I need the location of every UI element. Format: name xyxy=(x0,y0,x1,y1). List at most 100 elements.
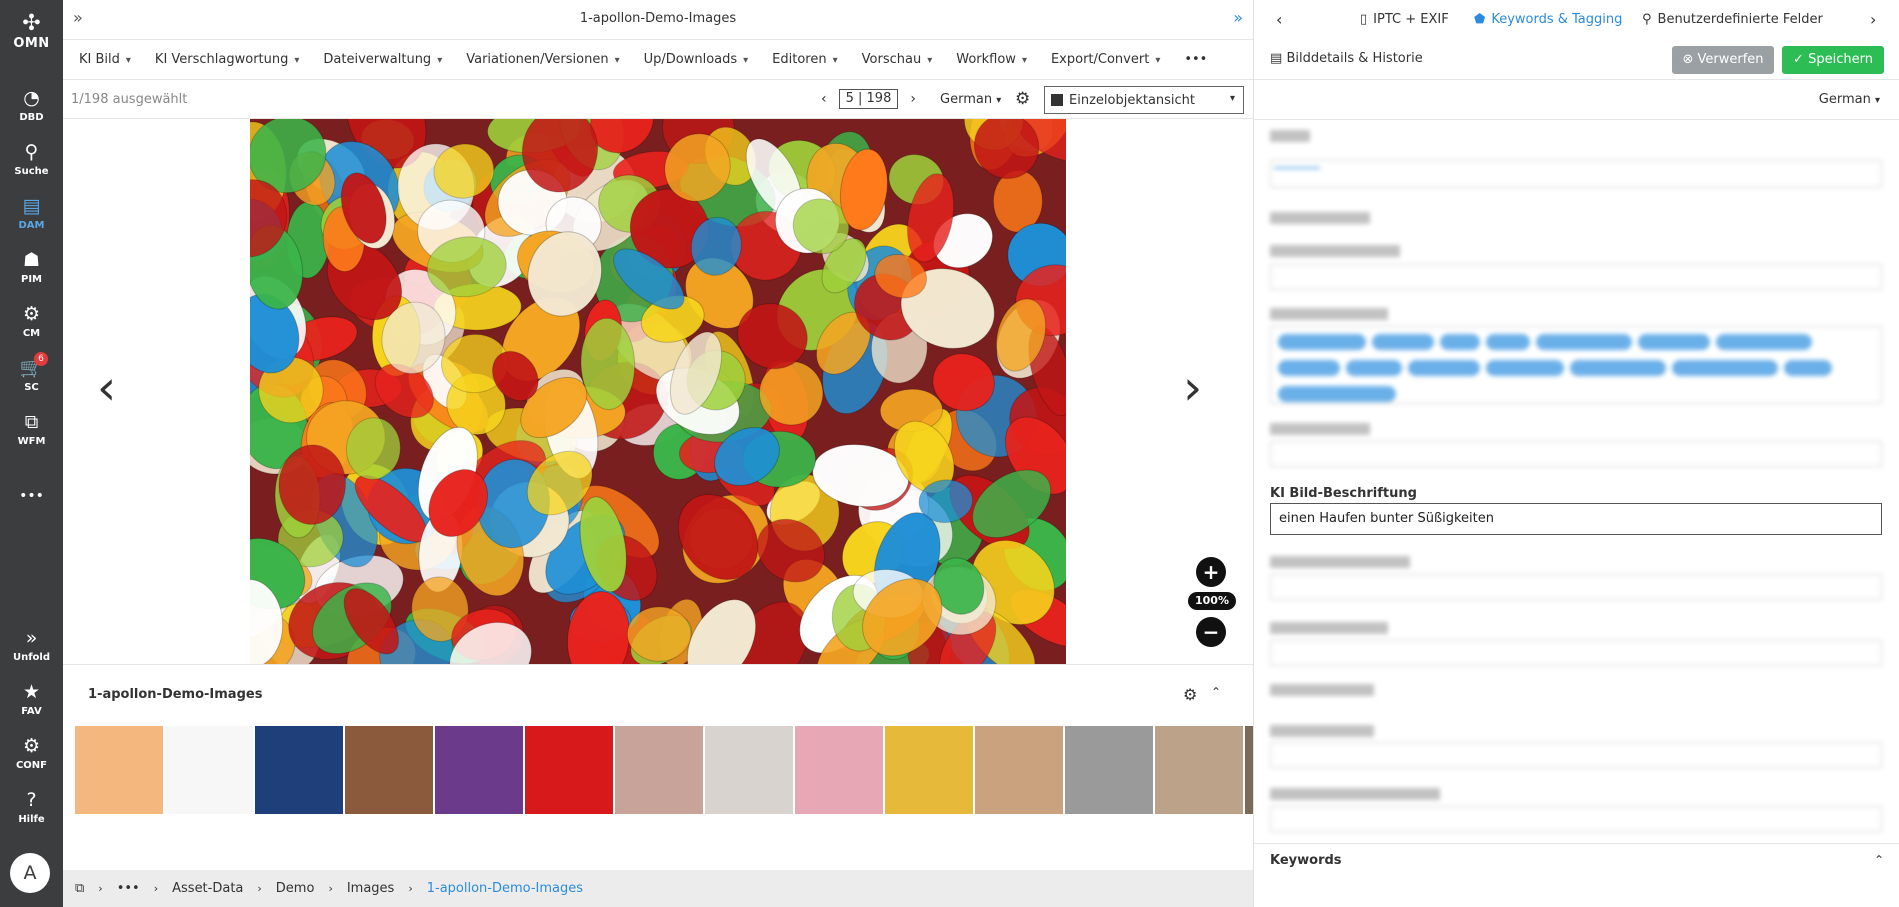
thumbnail-item[interactable]: amr-serag-7... xyxy=(525,726,613,826)
nav-item-unfold[interactable]: » Unfold xyxy=(0,626,63,663)
keywords-field[interactable] xyxy=(1270,160,1882,188)
ai-tags-clarifai-field[interactable] xyxy=(1270,441,1882,467)
tag-chip xyxy=(1716,334,1812,350)
thumbnail-item[interactable]: anastasiya-... xyxy=(885,726,973,826)
nav-item-cm[interactable]: ⚙ CM xyxy=(0,302,63,339)
thumbnail-item[interactable]: a xyxy=(1245,726,1253,826)
menu-item[interactable]: Editoren ▾ xyxy=(772,52,837,67)
thumbnail-item[interactable]: anastasiya-... xyxy=(1065,726,1153,826)
chevron-down-icon: ▾ xyxy=(743,55,749,66)
tab-keywords-tagging[interactable]: ⬟ Keywords & Tagging xyxy=(1474,12,1622,27)
avatar[interactable]: A xyxy=(10,853,50,893)
tabs-prev-icon[interactable]: ‹ xyxy=(1276,10,1282,29)
thumbnail-image xyxy=(1245,726,1253,814)
nav-item-conf[interactable]: ⚙ CONF xyxy=(0,734,63,771)
omn-logo[interactable]: ✣ OMN xyxy=(0,12,63,52)
thumbnail-image xyxy=(885,726,973,814)
ocr-text-field[interactable] xyxy=(1270,574,1882,600)
menu-more-icon[interactable]: ••• xyxy=(1184,52,1207,67)
nav-item-dbd[interactable]: ◔ DBD xyxy=(0,86,63,123)
thumbnail-image xyxy=(975,726,1063,814)
chevron-down-icon: ▾ xyxy=(996,95,1002,106)
nav-item-wfm[interactable]: ⧉ WFM xyxy=(0,410,63,447)
chevron-down-icon: ▾ xyxy=(1229,93,1235,104)
thumbnail-item[interactable]: anastasiya-... xyxy=(705,726,793,826)
thumbnail-item[interactable]: 306785094_... xyxy=(75,726,163,826)
chevron-down-icon: ▾ xyxy=(294,55,300,66)
breadcrumb-item[interactable]: Asset-Data xyxy=(172,881,243,896)
thumbnail-item[interactable]: amit-lahav-L... xyxy=(435,726,523,826)
history-toggle[interactable]: ▤ Bilddetails & Historie xyxy=(1270,51,1423,66)
ai-tags-google-field[interactable] xyxy=(1270,326,1882,404)
next-image-icon[interactable]: › xyxy=(1183,364,1202,412)
thumbnail-item[interactable]: 40829_1407... xyxy=(165,726,253,826)
nav-item-suche[interactable]: ⚲ Suche xyxy=(0,140,63,177)
view-icon xyxy=(1051,94,1063,106)
nav-item-pim[interactable]: ☗ PIM xyxy=(0,248,63,285)
tag-chip xyxy=(1408,360,1480,376)
details-language-select[interactable]: German ▾ xyxy=(1819,92,1880,107)
menu-item[interactable]: KI Verschlagwortung ▾ xyxy=(155,52,300,67)
breadcrumb-item[interactable]: Demo xyxy=(276,881,315,896)
ai-tags-general-field[interactable] xyxy=(1270,264,1882,290)
menu-item[interactable]: KI Bild ▾ xyxy=(79,52,131,67)
save-button[interactable]: ✓ Speichern xyxy=(1782,46,1884,74)
nav-item-sc[interactable]: 🛒 SC 6 xyxy=(0,352,63,393)
prev-image-icon[interactable]: ‹ xyxy=(97,364,116,412)
tag-chip xyxy=(1372,334,1434,350)
zoom-out-icon[interactable]: − xyxy=(1196,617,1226,647)
menu-item[interactable]: Variationen/Versionen ▾ xyxy=(466,52,619,67)
language-select[interactable]: German ▾ xyxy=(940,92,1001,107)
menu-item[interactable]: Export/Convert ▾ xyxy=(1051,52,1160,67)
search-icon: ⚲ xyxy=(24,141,39,163)
gummy-bears-image xyxy=(250,119,1066,664)
breadcrumb-home-icon[interactable]: ⧉ xyxy=(75,881,84,896)
thumbnail-image xyxy=(705,726,793,814)
view-select[interactable]: Einzelobjektansicht ▾ xyxy=(1044,86,1244,114)
ai-caption-input[interactable]: einen Haufen bunter Süßigkeiten xyxy=(1270,503,1882,535)
thumbnail-image xyxy=(435,726,523,814)
thumbnail-image xyxy=(615,726,703,814)
tag-chip xyxy=(1278,386,1396,402)
nav-item-dam[interactable]: ▤ DAM xyxy=(0,194,63,231)
menu-item[interactable]: Workflow ▾ xyxy=(956,52,1027,67)
breadcrumb-item[interactable]: 1-apollon-Demo-Images xyxy=(427,881,583,896)
breadcrumb-item[interactable]: Images xyxy=(347,881,395,896)
breadcrumb-more-icon[interactable]: ••• xyxy=(117,881,140,896)
ai-tags-imagga-field[interactable] xyxy=(1270,742,1882,768)
thumbnail-item[interactable]: anastasiya-... xyxy=(975,726,1063,826)
thumbnail-item[interactable]: anastasiya-... xyxy=(795,726,883,826)
thumbnail-item[interactable]: anastasiya-... xyxy=(615,726,703,826)
next-page-icon[interactable]: › xyxy=(898,91,928,107)
chevron-up-icon[interactable]: ⌃ xyxy=(1211,685,1221,699)
ai-tags-similar-field[interactable] xyxy=(1270,806,1882,832)
selection-count: 1/198 ausgewählt xyxy=(71,92,188,107)
tabs-next-icon[interactable]: › xyxy=(1870,10,1876,29)
page-indicator[interactable]: 5 | 198 xyxy=(838,89,899,109)
prev-page-icon[interactable]: ‹ xyxy=(809,91,839,107)
keywords-section[interactable]: Keywords ⌃ xyxy=(1254,843,1899,878)
thumbnail-item[interactable]: allef-vinicius... xyxy=(345,726,433,826)
nav-item-label: FAV xyxy=(21,706,42,717)
help-icon: ? xyxy=(26,789,37,811)
filmstrip-gear-icon[interactable]: ⚙ xyxy=(1183,685,1197,704)
menu-item[interactable]: Vorschau ▾ xyxy=(862,52,933,67)
tab-custom-fields[interactable]: ⚲ Benutzerdefinierte Felder xyxy=(1642,12,1823,27)
discard-button[interactable]: ⊗ Verwerfen xyxy=(1672,46,1774,74)
more-nav-button[interactable]: ••• xyxy=(0,484,63,508)
settings-gear-icon[interactable]: ⚙ xyxy=(1015,89,1030,109)
tab-iptc-exif[interactable]: ▯ IPTC + EXIF xyxy=(1360,12,1449,27)
thumbnail-image xyxy=(255,726,343,814)
expand-right-icon[interactable]: » xyxy=(1233,8,1243,27)
thumbnail-item[interactable]: anastasiya-... xyxy=(1155,726,1243,826)
zoom-in-icon[interactable]: + xyxy=(1196,557,1226,587)
menu-item[interactable]: Dateiverwaltung ▾ xyxy=(323,52,442,67)
close-icon: ⊗ xyxy=(1682,52,1694,67)
main-panel: » 1-apollon-Demo-Images » KI Bild ▾ KI Ver… xyxy=(63,0,1253,870)
nav-item-hilfe[interactable]: ? Hilfe xyxy=(0,788,63,825)
menu-item[interactable]: Up/Downloads ▾ xyxy=(644,52,749,67)
nav-item-fav[interactable]: ★ FAV xyxy=(0,680,63,717)
thumbnail-item[interactable]: abhinav-bha... xyxy=(255,726,343,826)
ai-tags-microsoft-field[interactable] xyxy=(1270,640,1882,666)
left-nav: ✣ OMN ◔ DBD ⚲ Suche ▤ DAM ☗ PIM ⚙ CM 🛒 SC 6 ⧉ WFM ••• … xyxy=(0,0,63,907)
